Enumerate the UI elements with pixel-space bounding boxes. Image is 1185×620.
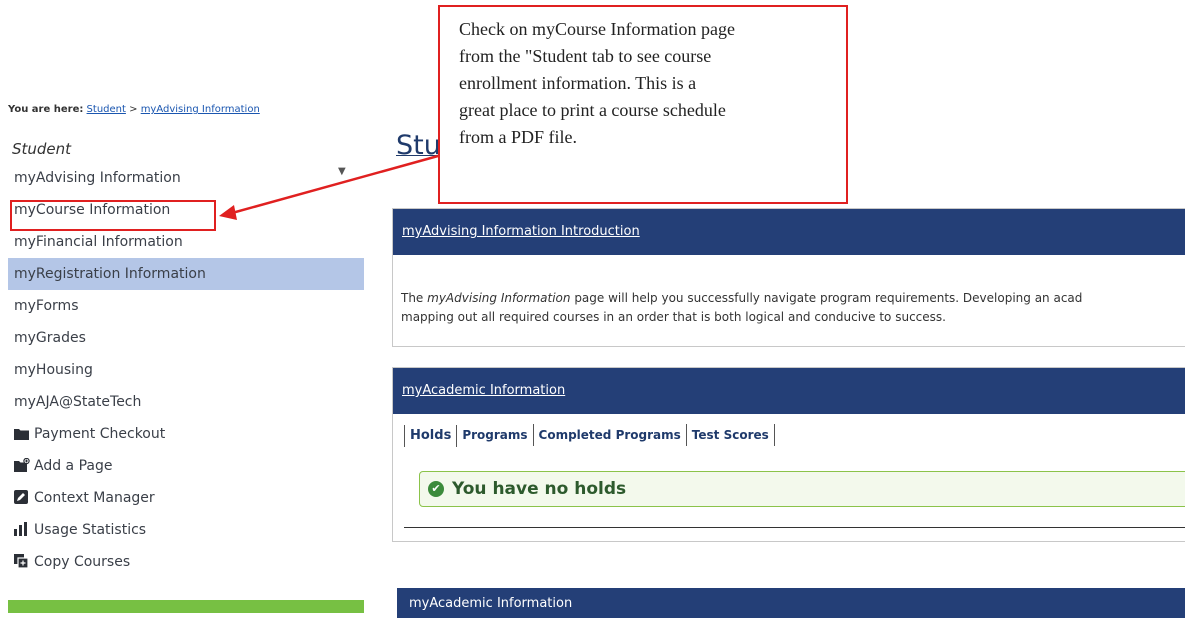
panel-header-link[interactable]: myAdvising Information Introduction bbox=[393, 209, 1185, 255]
sidebar-item-usage-statistics[interactable]: Usage Statistics bbox=[8, 514, 364, 546]
copy-icon bbox=[14, 554, 30, 568]
sidebar-item-myregistration[interactable]: myRegistration Information bbox=[8, 258, 364, 290]
tab-completed-programs[interactable]: Completed Programs bbox=[534, 424, 687, 446]
sidebar-item-label: myForms bbox=[14, 298, 79, 314]
intro-line-2: mapping out all required courses in an o… bbox=[401, 310, 946, 324]
sidebar-item-mycourse[interactable]: myCourse Information bbox=[8, 194, 364, 226]
sidebar-item-label: myGrades bbox=[14, 330, 86, 346]
sidebar: Student myAdvising Information myCourse … bbox=[8, 136, 364, 578]
academic-info-panel: myAcademic Information bbox=[392, 367, 1185, 542]
sidebar-item-label: myAJA@StateTech bbox=[14, 394, 142, 410]
holds-status-alert: ✔ You have no holds bbox=[419, 471, 1185, 507]
sidebar-item-add-page[interactable]: Add a Page bbox=[8, 450, 364, 482]
sidebar-item-mygrades[interactable]: myGrades bbox=[8, 322, 364, 354]
sidebar-item-label: myCourse Information bbox=[14, 202, 171, 218]
sidebar-section-bar[interactable] bbox=[8, 600, 364, 613]
sidebar-item-label: Payment Checkout bbox=[34, 426, 166, 442]
callout-line: great place to print a course schedule bbox=[459, 100, 726, 120]
sidebar-item-myadvising[interactable]: myAdvising Information bbox=[8, 162, 364, 194]
sidebar-item-payment-checkout[interactable]: Payment Checkout bbox=[8, 418, 364, 450]
bar-chart-icon bbox=[14, 522, 30, 536]
holds-status-text: You have no holds bbox=[452, 479, 627, 499]
intro-emphasis: myAdvising Information bbox=[427, 291, 571, 305]
page-title: Stu bbox=[396, 130, 441, 161]
callout-line: from a PDF file. bbox=[459, 127, 577, 147]
callout-line: from the "Student tab to see course bbox=[459, 46, 712, 66]
intro-line-1: The myAdvising Information page will hel… bbox=[401, 289, 1181, 308]
sidebar-item-label: myHousing bbox=[14, 362, 93, 378]
sidebar-item-label: Context Manager bbox=[34, 490, 155, 506]
callout-line: Check on myCourse Information page bbox=[459, 19, 735, 39]
tab-test-scores[interactable]: Test Scores bbox=[687, 424, 775, 446]
breadcrumb-link-myadvising[interactable]: myAdvising Information bbox=[141, 104, 260, 115]
advising-intro-panel: myAdvising Information Introduction The … bbox=[392, 208, 1185, 347]
breadcrumb: You are here: Student > myAdvising Infor… bbox=[8, 104, 260, 115]
sidebar-item-myaja[interactable]: myAJA@StateTech bbox=[8, 386, 364, 418]
tab-holds[interactable]: Holds bbox=[404, 425, 458, 447]
callout-line: enrollment information. This is a bbox=[459, 73, 697, 93]
sidebar-item-label: myFinancial Information bbox=[14, 234, 183, 250]
sidebar-item-myforms[interactable]: myForms bbox=[8, 290, 364, 322]
add-page-icon bbox=[14, 458, 30, 472]
sidebar-item-label: Usage Statistics bbox=[34, 522, 147, 538]
annotation-callout: Check on myCourse Information page from … bbox=[438, 5, 848, 204]
sidebar-item-myfinancial[interactable]: myFinancial Information bbox=[8, 226, 364, 258]
tab-programs[interactable]: Programs bbox=[457, 424, 534, 446]
sidebar-item-myhousing[interactable]: myHousing bbox=[8, 354, 364, 386]
panel-header-link[interactable]: myAcademic Information bbox=[397, 588, 1185, 618]
panel-header-link[interactable]: myAcademic Information bbox=[393, 368, 1185, 414]
sidebar-item-copy-courses[interactable]: Copy Courses bbox=[8, 546, 364, 578]
divider bbox=[404, 527, 1185, 528]
edit-icon bbox=[14, 490, 30, 504]
intro-text-before: The bbox=[401, 291, 428, 305]
breadcrumb-separator: > bbox=[129, 104, 138, 115]
breadcrumb-prefix: You are here: bbox=[8, 104, 84, 115]
folder-icon bbox=[14, 427, 30, 440]
sidebar-title: Student bbox=[12, 140, 72, 158]
intro-text-after: page will help you successfully navigate… bbox=[570, 291, 1083, 305]
panel-body-text: The myAdvising Information page will hel… bbox=[393, 255, 1185, 327]
check-circle-icon: ✔ bbox=[428, 481, 444, 497]
sidebar-item-context-manager[interactable]: Context Manager bbox=[8, 482, 364, 514]
academic-tabs: Holds Programs Completed Programs Test Scor… bbox=[404, 424, 775, 447]
sidebar-item-label: Copy Courses bbox=[34, 554, 131, 570]
sidebar-item-label: myAdvising Information bbox=[14, 170, 181, 186]
sidebar-item-label: Add a Page bbox=[34, 458, 113, 474]
breadcrumb-link-student[interactable]: Student bbox=[87, 104, 126, 115]
sidebar-item-label: myRegistration Information bbox=[14, 266, 206, 282]
chevron-down-icon[interactable]: ▼ bbox=[338, 166, 346, 177]
